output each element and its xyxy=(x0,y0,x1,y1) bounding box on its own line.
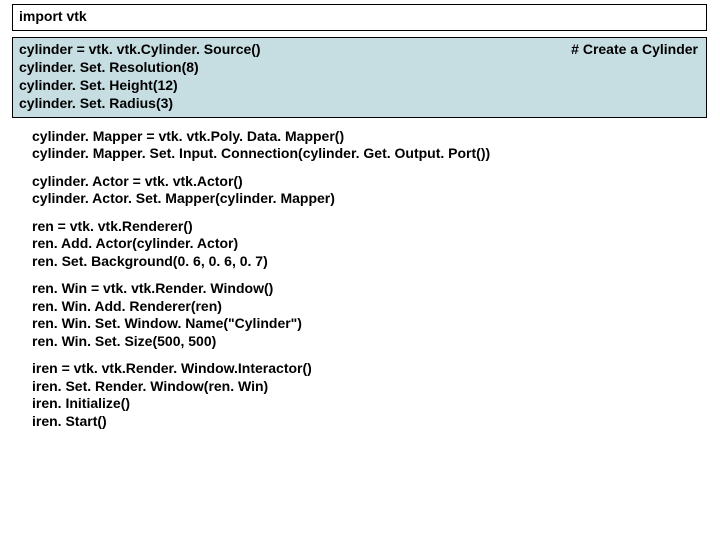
code-line: cylinder. Set. Resolution(8) xyxy=(19,59,700,77)
code-line: iren. Set. Render. Window(ren. Win) xyxy=(32,378,688,396)
code-line: ren. Win = vtk. vtk.Render. Window() xyxy=(32,280,688,298)
mapper-block: cylinder. Mapper = vtk. vtk.Poly. Data. … xyxy=(12,126,708,165)
code-line: ren. Set. Background(0. 6, 0. 6, 0. 7) xyxy=(32,253,688,271)
code-line: ren. Add. Actor(cylinder. Actor) xyxy=(32,235,688,253)
create-cylinder-comment: # Create a Cylinder xyxy=(571,41,698,57)
code-line: iren. Initialize() xyxy=(32,395,688,413)
actor-block: cylinder. Actor = vtk. vtk.Actor() cylin… xyxy=(12,171,708,210)
code-line: ren. Win. Set. Size(500, 500) xyxy=(32,333,688,351)
code-line: cylinder. Actor. Set. Mapper(cylinder. M… xyxy=(32,190,688,208)
code-line: cylinder. Set. Height(12) xyxy=(19,77,700,95)
import-line: import vtk xyxy=(19,8,700,24)
renderer-block: ren = vtk. vtk.Renderer() ren. Add. Acto… xyxy=(12,216,708,273)
cylinder-source-box: # Create a Cylinder cylinder = vtk. vtk.… xyxy=(12,37,707,118)
import-box: import vtk xyxy=(12,4,707,31)
code-line: iren. Start() xyxy=(32,413,688,431)
code-line: iren = vtk. vtk.Render. Window.Interacto… xyxy=(32,360,688,378)
code-line: cylinder. Set. Radius(3) xyxy=(19,95,700,113)
code-line: cylinder. Mapper = vtk. vtk.Poly. Data. … xyxy=(32,128,688,146)
code-line: ren. Win. Set. Window. Name("Cylinder") xyxy=(32,315,688,333)
slide-content: import vtk # Create a Cylinder cylinder … xyxy=(0,0,720,448)
code-line: ren = vtk. vtk.Renderer() xyxy=(32,218,688,236)
interactor-block: iren = vtk. vtk.Render. Window.Interacto… xyxy=(12,358,708,432)
render-window-block: ren. Win = vtk. vtk.Render. Window() ren… xyxy=(12,278,708,352)
code-line: cylinder. Actor = vtk. vtk.Actor() xyxy=(32,173,688,191)
code-line: cylinder. Mapper. Set. Input. Connection… xyxy=(32,145,688,163)
code-line: ren. Win. Add. Renderer(ren) xyxy=(32,298,688,316)
